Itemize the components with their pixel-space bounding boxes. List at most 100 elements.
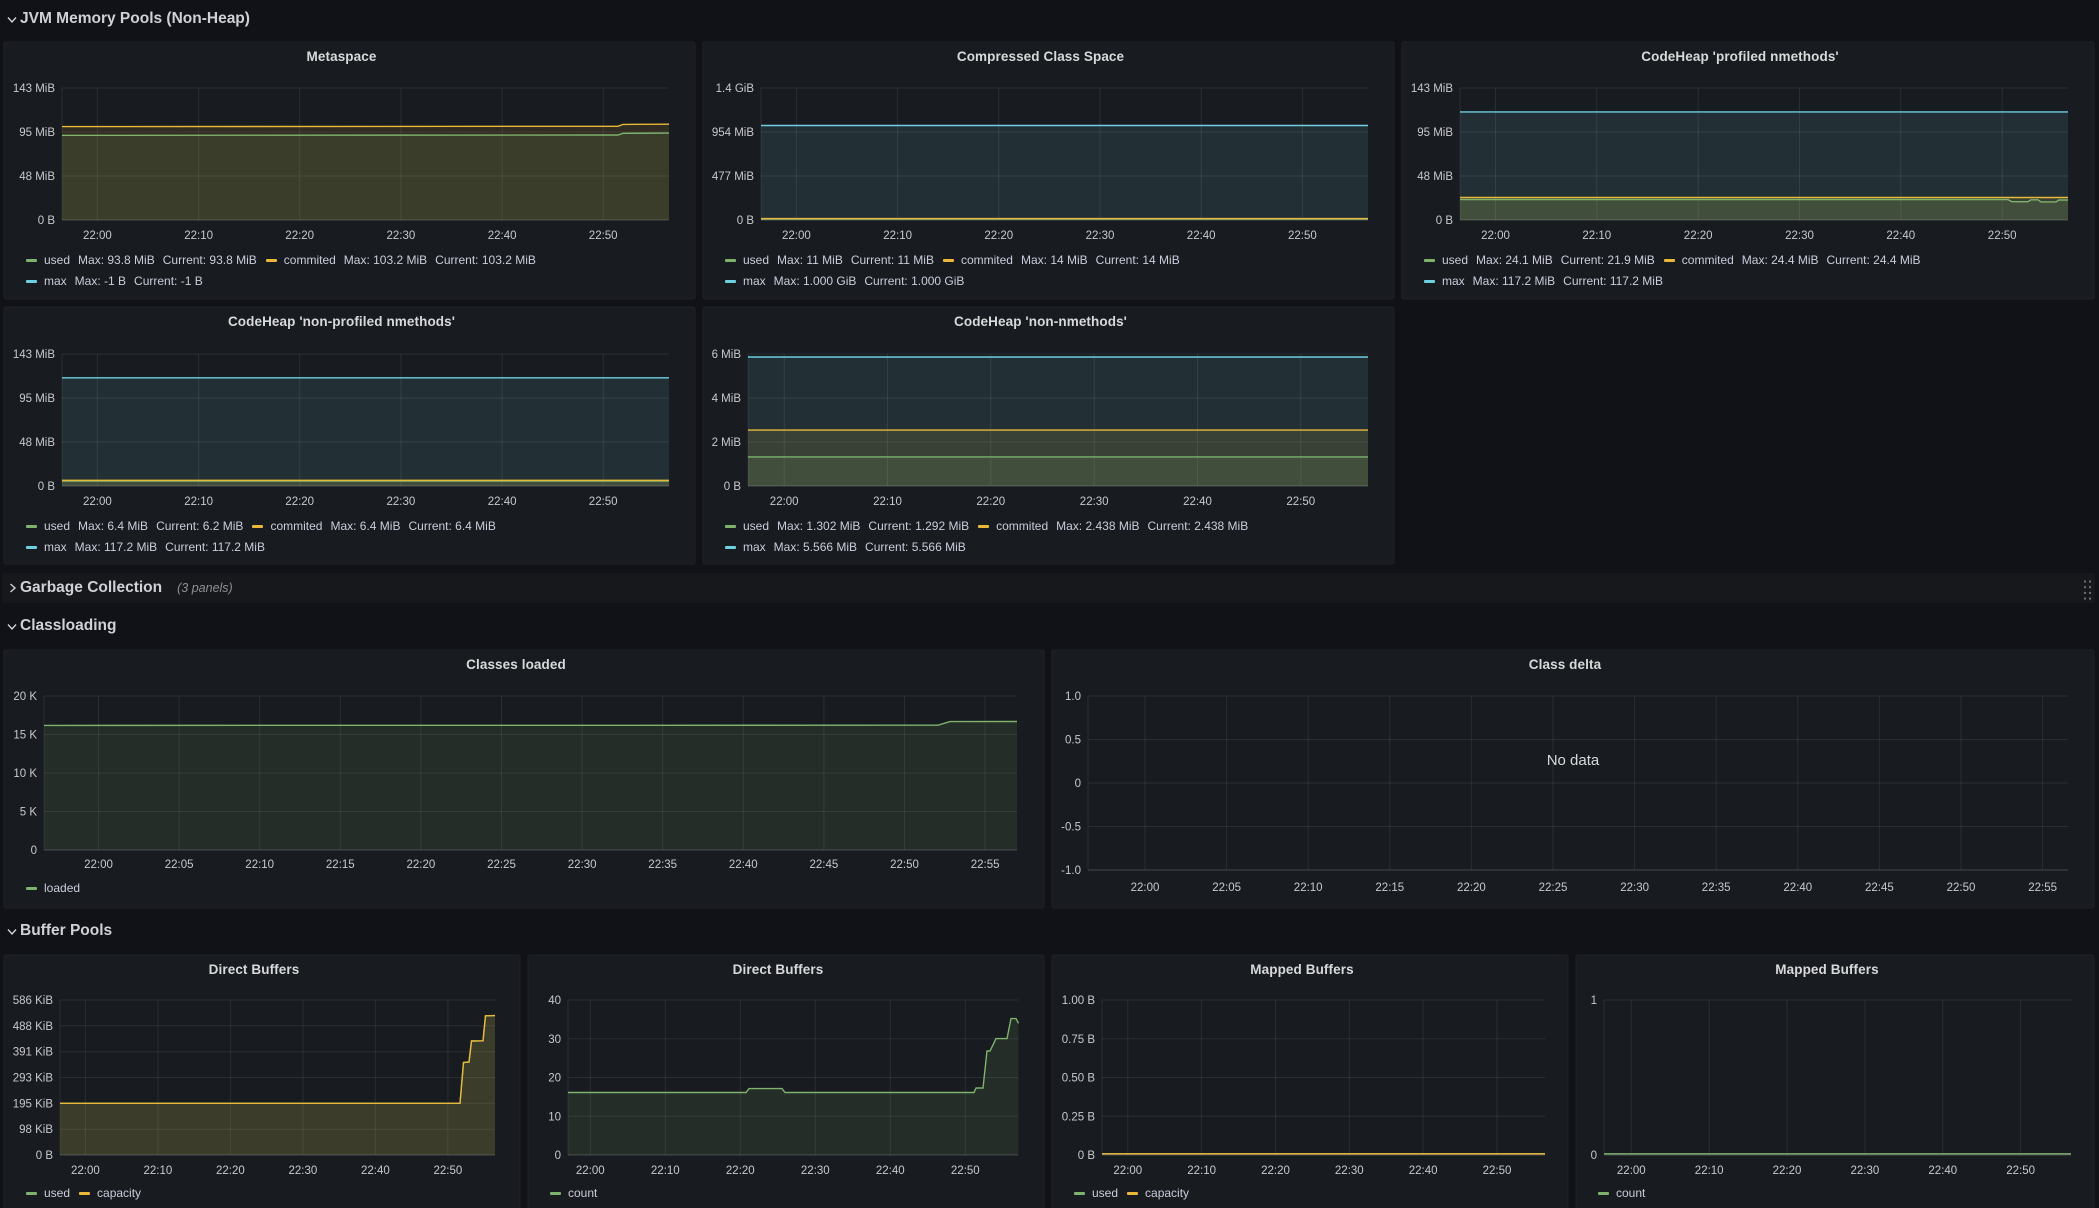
svg-text:22:40: 22:40 <box>361 1165 390 1177</box>
svg-text:22:00: 22:00 <box>71 1165 100 1177</box>
svg-text:22:05: 22:05 <box>165 859 194 871</box>
svg-text:22:00: 22:00 <box>1113 1165 1142 1177</box>
svg-text:2 MiB: 2 MiB <box>712 437 742 449</box>
svg-text:30: 30 <box>548 1034 561 1046</box>
svg-text:22:20: 22:20 <box>984 230 1013 242</box>
svg-text:22:10: 22:10 <box>651 1165 680 1177</box>
svg-text:22:30: 22:30 <box>387 496 416 508</box>
svg-text:22:20: 22:20 <box>407 859 436 871</box>
svg-text:22:00: 22:00 <box>83 230 112 242</box>
svg-text:20 K: 20 K <box>13 691 37 703</box>
svg-text:22:20: 22:20 <box>216 1165 245 1177</box>
svg-text:22:45: 22:45 <box>810 859 839 871</box>
svg-text:22:10: 22:10 <box>144 1165 173 1177</box>
svg-text:22:50: 22:50 <box>1286 496 1315 508</box>
svg-text:22:10: 22:10 <box>1294 882 1323 894</box>
svg-text:22:20: 22:20 <box>1457 882 1486 894</box>
svg-text:22:30: 22:30 <box>1335 1165 1364 1177</box>
svg-text:22:50: 22:50 <box>589 496 618 508</box>
svg-text:22:30: 22:30 <box>801 1165 830 1177</box>
svg-text:22:40: 22:40 <box>488 230 517 242</box>
svg-text:22:50: 22:50 <box>890 859 919 871</box>
svg-text:6 MiB: 6 MiB <box>712 349 742 361</box>
svg-text:22:10: 22:10 <box>1187 1165 1216 1177</box>
svg-text:22:15: 22:15 <box>1375 882 1404 894</box>
svg-text:48 MiB: 48 MiB <box>19 171 55 183</box>
svg-text:15 K: 15 K <box>13 730 37 742</box>
svg-text:22:30: 22:30 <box>1851 1165 1880 1177</box>
svg-text:5 K: 5 K <box>20 807 38 819</box>
svg-text:195 KiB: 195 KiB <box>13 1098 54 1110</box>
svg-text:22:20: 22:20 <box>285 230 314 242</box>
svg-text:22:50: 22:50 <box>434 1165 463 1177</box>
svg-text:22:00: 22:00 <box>576 1165 605 1177</box>
svg-text:0 B: 0 B <box>724 481 742 493</box>
svg-text:0: 0 <box>31 845 37 857</box>
svg-text:22:00: 22:00 <box>1481 230 1510 242</box>
svg-text:48 MiB: 48 MiB <box>19 437 55 449</box>
svg-text:22:40: 22:40 <box>1886 230 1915 242</box>
svg-text:22:45: 22:45 <box>1865 882 1894 894</box>
svg-text:22:30: 22:30 <box>568 859 597 871</box>
svg-text:40: 40 <box>548 995 561 1007</box>
svg-text:22:25: 22:25 <box>487 859 516 871</box>
svg-text:1.4 GiB: 1.4 GiB <box>716 83 755 95</box>
svg-text:0 B: 0 B <box>38 215 56 227</box>
svg-text:22:30: 22:30 <box>1080 496 1109 508</box>
svg-text:1: 1 <box>1591 995 1597 1007</box>
svg-text:22:00: 22:00 <box>1617 1165 1646 1177</box>
svg-text:22:30: 22:30 <box>387 230 416 242</box>
svg-text:22:00: 22:00 <box>770 496 799 508</box>
svg-text:22:50: 22:50 <box>1988 230 2017 242</box>
svg-text:22:00: 22:00 <box>1131 882 1160 894</box>
svg-text:22:10: 22:10 <box>245 859 274 871</box>
svg-text:22:35: 22:35 <box>1702 882 1731 894</box>
svg-text:22:00: 22:00 <box>782 230 811 242</box>
svg-text:22:10: 22:10 <box>1582 230 1611 242</box>
svg-text:1.00 B: 1.00 B <box>1062 995 1096 1007</box>
svg-text:22:30: 22:30 <box>1086 230 1115 242</box>
svg-text:22:40: 22:40 <box>1183 496 1212 508</box>
svg-text:22:50: 22:50 <box>951 1165 980 1177</box>
svg-text:0.25 B: 0.25 B <box>1062 1111 1096 1123</box>
svg-text:22:25: 22:25 <box>1539 882 1568 894</box>
svg-text:22:30: 22:30 <box>289 1165 318 1177</box>
svg-text:22:40: 22:40 <box>488 496 517 508</box>
svg-text:22:40: 22:40 <box>1783 882 1812 894</box>
svg-text:22:00: 22:00 <box>84 859 113 871</box>
svg-text:20: 20 <box>548 1073 561 1085</box>
svg-text:-0.5: -0.5 <box>1061 822 1081 834</box>
svg-text:95 MiB: 95 MiB <box>19 393 55 405</box>
svg-text:22:30: 22:30 <box>1620 882 1649 894</box>
svg-text:0.5: 0.5 <box>1065 735 1081 747</box>
svg-text:0 B: 0 B <box>737 215 755 227</box>
svg-text:0.75 B: 0.75 B <box>1062 1034 1096 1046</box>
svg-text:22:20: 22:20 <box>1684 230 1713 242</box>
svg-text:22:40: 22:40 <box>1187 230 1216 242</box>
svg-text:586 KiB: 586 KiB <box>13 995 54 1007</box>
svg-text:22:50: 22:50 <box>1288 230 1317 242</box>
svg-text:0: 0 <box>1075 778 1081 790</box>
svg-text:10 K: 10 K <box>13 768 37 780</box>
svg-text:1.0: 1.0 <box>1065 691 1081 703</box>
svg-text:22:40: 22:40 <box>1928 1165 1957 1177</box>
svg-text:48 MiB: 48 MiB <box>1417 171 1453 183</box>
svg-text:22:50: 22:50 <box>1947 882 1976 894</box>
svg-text:22:20: 22:20 <box>1773 1165 1802 1177</box>
svg-text:4 MiB: 4 MiB <box>712 393 742 405</box>
svg-text:0: 0 <box>1591 1150 1597 1162</box>
svg-text:293 KiB: 293 KiB <box>13 1073 54 1085</box>
svg-text:95 MiB: 95 MiB <box>1417 127 1453 139</box>
svg-text:22:50: 22:50 <box>1483 1165 1512 1177</box>
svg-text:0.50 B: 0.50 B <box>1062 1073 1096 1085</box>
svg-text:22:00: 22:00 <box>83 496 112 508</box>
svg-text:143 MiB: 143 MiB <box>13 83 56 95</box>
svg-text:0 B: 0 B <box>36 1150 54 1162</box>
svg-text:22:10: 22:10 <box>1695 1165 1724 1177</box>
svg-text:22:55: 22:55 <box>2028 882 2057 894</box>
svg-text:22:50: 22:50 <box>589 230 618 242</box>
svg-text:10: 10 <box>548 1111 561 1123</box>
svg-text:22:10: 22:10 <box>883 230 912 242</box>
svg-text:22:20: 22:20 <box>726 1165 755 1177</box>
svg-text:22:10: 22:10 <box>184 230 213 242</box>
